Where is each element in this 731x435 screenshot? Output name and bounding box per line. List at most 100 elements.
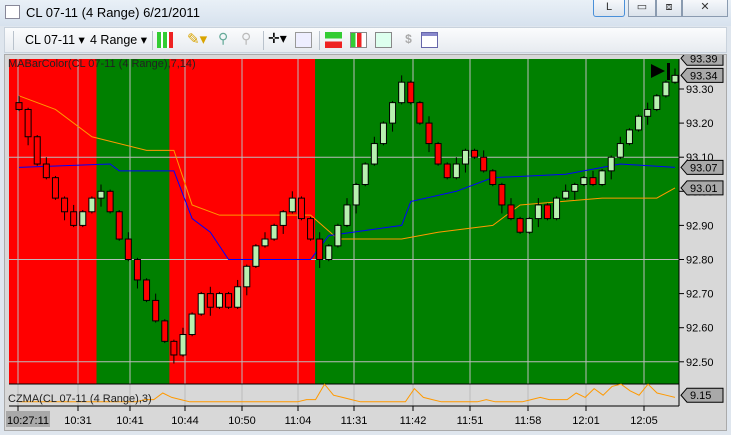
chart-panel[interactable]: 93.3093.2093.1093.0092.9092.8092.7092.60… — [4, 50, 728, 432]
pencil-icon[interactable]: ✎▾ — [187, 30, 207, 48]
time-label: 12:05 — [630, 415, 658, 427]
candle-down — [416, 102, 424, 124]
grip — [13, 31, 14, 50]
zoom-out-icon[interactable]: ⚲ — [241, 30, 258, 46]
candle-up — [644, 108, 652, 117]
time-label: 11:04 — [285, 415, 312, 427]
instrument-dropdown[interactable]: CL 07-11 ▾ — [25, 32, 85, 47]
candle-down — [15, 102, 23, 110]
strategy-icon[interactable]: $ — [400, 32, 417, 48]
candle-down — [297, 197, 305, 220]
candle-up — [288, 197, 296, 213]
candle-up — [461, 149, 469, 165]
price-tick-label: 92.90 — [686, 220, 714, 232]
candle-up — [188, 313, 196, 336]
candle-down — [61, 197, 69, 213]
candle-up — [389, 102, 397, 124]
candle-up — [97, 190, 105, 199]
candle-down — [133, 259, 141, 281]
candle-down — [161, 320, 169, 342]
candle-down — [225, 293, 233, 308]
crosshair-icon[interactable]: ✛▾ — [268, 30, 287, 46]
time-label: 11:31 — [341, 415, 368, 427]
time-label: 12:01 — [572, 415, 600, 427]
candle-down — [143, 279, 151, 301]
link-button[interactable]: L — [593, 0, 625, 17]
candle-down — [498, 183, 506, 206]
candle-down — [42, 163, 50, 179]
candle-up — [88, 197, 96, 213]
candle-down — [51, 177, 59, 199]
candle-up — [270, 224, 278, 240]
candle-up — [562, 190, 570, 199]
price-chart[interactable]: 93.3093.2093.1093.0092.9092.8092.7092.60… — [5, 50, 728, 432]
time-label: 10:31 — [64, 415, 92, 427]
candle-up — [653, 95, 661, 110]
period-label: 4 Range — [90, 33, 138, 47]
indicators-icon[interactable] — [375, 32, 392, 48]
minimize-button[interactable]: ▭ — [628, 0, 656, 17]
bars-icon[interactable] — [350, 32, 367, 48]
chevron-down-icon: ▾ — [78, 33, 85, 47]
time-label: 10:27:11 — [7, 415, 49, 427]
candle-down — [70, 211, 78, 226]
candle-down — [307, 218, 315, 240]
zoom-in-icon[interactable]: ⚲ — [218, 30, 235, 46]
maximize-button[interactable]: ⧈ — [656, 0, 682, 17]
candle-down — [206, 293, 214, 308]
candle-up — [343, 204, 351, 226]
candle-up — [197, 293, 205, 315]
price-tick-label: 92.70 — [686, 289, 714, 301]
candle-up — [370, 143, 378, 165]
candle-up — [334, 224, 342, 247]
candle-down — [115, 211, 123, 240]
bar-color-region-green — [96, 59, 170, 384]
candle-up — [379, 122, 387, 145]
candle-up — [243, 265, 251, 288]
separator — [263, 31, 264, 50]
price-marker-label: 93.07 — [690, 162, 718, 174]
separator — [319, 31, 320, 50]
candle-down — [152, 299, 160, 322]
time-label: 11:42 — [400, 415, 427, 427]
price-tick-label: 92.50 — [686, 357, 714, 369]
candle-up — [79, 211, 87, 226]
candle-up — [525, 218, 533, 233]
candle-down — [106, 190, 114, 213]
candle-up — [261, 238, 269, 247]
close-button[interactable]: ✕ — [682, 0, 728, 17]
instrument-label: CL 07-11 — [25, 33, 76, 47]
period-dropdown[interactable]: 4 Range ▾ — [90, 32, 147, 47]
price-marker-label: 93.39 — [690, 55, 718, 65]
title-bar: CL 07-11 (4 Range) 6/21/2011 L ▭ ⧈ ✕ — [0, 0, 731, 26]
candle-up — [325, 245, 333, 261]
window-title: CL 07-11 (4 Range) 6/21/2011 — [26, 5, 200, 20]
price-tick-label: 92.80 — [686, 255, 714, 267]
candle-up — [252, 245, 260, 267]
indicator-label: MABarColor(CL 07-11 (4 Range),7,14) — [8, 58, 196, 70]
candle-down — [543, 204, 551, 220]
bar-color-region-green — [315, 59, 679, 384]
price-tick-label: 93.20 — [686, 118, 714, 130]
candle-up — [671, 74, 679, 83]
candle-up — [452, 163, 460, 179]
time-label: 10:50 — [228, 415, 256, 427]
candle-up — [571, 183, 579, 192]
candle-down — [24, 108, 32, 138]
candle-up — [598, 170, 606, 185]
candle-down — [443, 163, 451, 179]
end-bar-icon — [667, 63, 670, 80]
chevron-down-icon: ▾ — [140, 33, 148, 47]
candle-down — [434, 143, 442, 165]
candle-up — [553, 197, 561, 220]
time-label: 10:44 — [171, 415, 199, 427]
bar-type-icon[interactable] — [157, 32, 174, 48]
candle-down — [124, 238, 132, 260]
magnifier-icon[interactable] — [295, 32, 312, 48]
candle-up — [279, 211, 287, 226]
time-label: 11:51 — [457, 415, 484, 427]
order-icon[interactable] — [325, 32, 342, 48]
candle-up — [616, 143, 624, 158]
properties-icon[interactable] — [421, 32, 438, 48]
price-tick-label: 93.30 — [686, 84, 714, 96]
